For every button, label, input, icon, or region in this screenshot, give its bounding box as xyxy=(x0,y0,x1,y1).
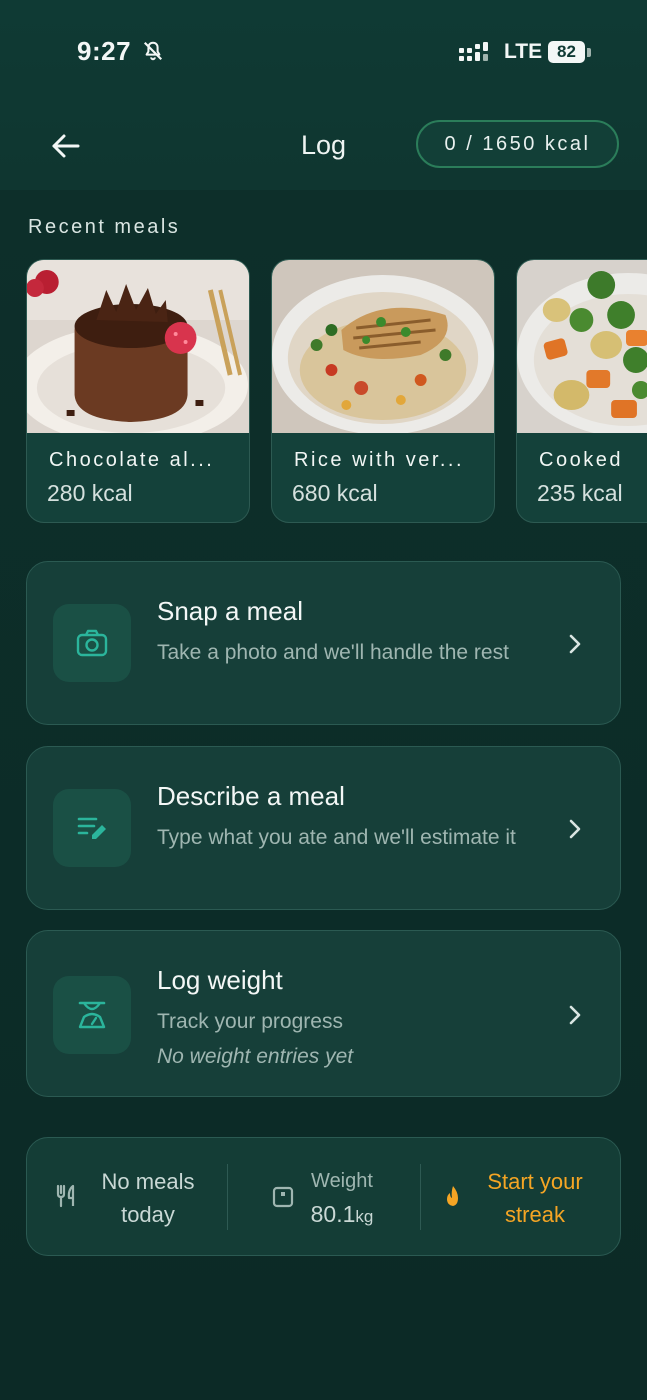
divider xyxy=(420,1164,421,1230)
describe-meal-title: Describe a meal xyxy=(157,781,345,811)
log-weight-card[interactable]: Log weight Track your progress No weight… xyxy=(26,930,621,1097)
meal-photo xyxy=(27,260,249,433)
recent-meals-label: Recent meals xyxy=(28,216,181,238)
weight-value-line: 80.1kg xyxy=(297,1198,387,1233)
meal-kcal: 280 kcal xyxy=(47,480,133,506)
meal-card[interactable]: Cooked 235 kcal xyxy=(516,259,647,523)
divider xyxy=(227,1164,228,1230)
describe-meal-card[interactable]: Describe a meal Type what you ate and we… xyxy=(26,746,621,910)
weight-value: 80.1 xyxy=(310,1201,356,1227)
weight-icon xyxy=(272,1186,294,1208)
streak-summary[interactable]: Start your streak xyxy=(475,1165,595,1231)
meal-photo xyxy=(272,260,494,433)
meal-kcal: 235 kcal xyxy=(537,480,623,506)
snap-meal-subtitle: Take a photo and we'll handle the rest xyxy=(157,641,509,664)
utensils-icon xyxy=(56,1184,75,1208)
chevron-right-icon xyxy=(569,1005,581,1025)
streak-line2: streak xyxy=(505,1202,565,1227)
signal-icon xyxy=(459,42,488,61)
meals-today-summary: No meals today xyxy=(87,1165,209,1231)
daily-summary: No meals today Weight 80.1kg Start your … xyxy=(26,1137,621,1256)
meal-card[interactable]: Chocolate al... 280 kcal xyxy=(26,259,250,523)
camera-icon-tile xyxy=(53,604,131,682)
streak-line1: Start your xyxy=(487,1169,583,1194)
scale-icon-tile xyxy=(53,976,131,1054)
meal-name: Cooked xyxy=(539,449,623,471)
scale-icon xyxy=(78,1001,106,1029)
kcal-progress-pill: 0 / 1650 kcal xyxy=(416,120,619,168)
meals-today-line2: today xyxy=(121,1202,175,1227)
snap-meal-title: Snap a meal xyxy=(157,596,303,626)
meal-kcal: 680 kcal xyxy=(292,480,378,506)
meal-name: Chocolate al... xyxy=(49,449,215,471)
weight-summary: Weight 80.1kg xyxy=(297,1165,387,1233)
flame-icon xyxy=(447,1186,458,1206)
edit-list-icon xyxy=(77,817,106,839)
recent-meals-carousel[interactable]: Chocolate al... 280 kcal Rice with ver..… xyxy=(26,259,647,525)
chevron-right-icon xyxy=(569,634,581,654)
meal-card[interactable]: Rice with ver... 680 kcal xyxy=(271,259,495,523)
battery-icon: 82 xyxy=(548,41,592,65)
meals-today-line1: No meals xyxy=(101,1169,195,1194)
meal-name: Rice with ver... xyxy=(294,449,465,471)
network-type: LTE xyxy=(504,40,543,63)
status-time: 9:27 xyxy=(77,36,132,66)
log-weight-subtitle: Track your progress xyxy=(157,1010,343,1033)
describe-icon-tile xyxy=(53,789,131,867)
meal-photo xyxy=(517,260,647,433)
weight-unit: kg xyxy=(355,1207,374,1226)
camera-icon xyxy=(76,629,108,657)
chevron-right-icon xyxy=(569,819,581,839)
weight-label: Weight xyxy=(311,1170,373,1192)
snap-meal-card[interactable]: Snap a meal Take a photo and we'll handl… xyxy=(26,561,621,725)
top-bar: Log 0 / 1650 kcal xyxy=(0,100,647,190)
log-weight-note: No weight entries yet xyxy=(157,1045,354,1068)
log-weight-title: Log weight xyxy=(157,965,283,995)
status-bar: 9:27 LTE 82 xyxy=(0,0,647,100)
battery-level: 82 xyxy=(557,42,576,61)
describe-meal-subtitle: Type what you ate and we'll estimate it xyxy=(157,826,516,849)
bell-off-icon xyxy=(143,41,163,61)
